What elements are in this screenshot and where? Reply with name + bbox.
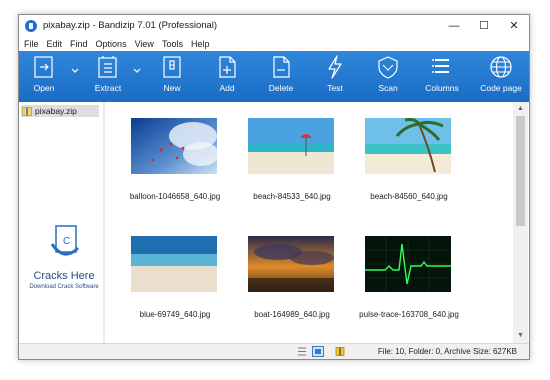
maximize-button[interactable]: ☐ — [469, 15, 499, 37]
thumbnail-balloons-sky — [131, 118, 217, 174]
file-name: boat-164989_640.jpg — [254, 310, 330, 319]
menu-options[interactable]: Options — [92, 37, 131, 51]
window-title: pixabay.zip - Bandizip 7.01 (Professiona… — [43, 20, 218, 31]
archive-info-icon[interactable] — [335, 347, 345, 356]
extract-dropdown-chevron-icon[interactable] — [133, 67, 141, 75]
open-label: Open — [33, 83, 55, 93]
extract-button[interactable]: Extract — [91, 55, 125, 99]
menu-bar: File Edit Find Options View Tools Help — [19, 37, 529, 51]
thumbnail-sunset-clouds — [248, 236, 334, 292]
menu-file[interactable]: File — [19, 37, 43, 51]
open-icon — [34, 56, 53, 78]
svg-text:C: C — [63, 236, 70, 247]
columns-list-icon — [432, 59, 449, 73]
file-name: pulse-trace-163708_640.jpg — [359, 310, 459, 319]
new-archive-icon — [163, 56, 181, 78]
scroll-down-arrow-icon[interactable]: ▼ — [516, 331, 525, 341]
globe-icon — [490, 56, 512, 78]
file-thumbnail-view: balloon-1046658_640.jpg beach-84533_640.… — [105, 102, 515, 343]
folder-tree: pixabay.zip C Cracks Here Download Crack… — [19, 102, 104, 343]
test-lightning-icon — [328, 55, 342, 79]
watermark-title: Cracks Here — [33, 270, 95, 282]
vertical-scrollbar[interactable]: ▲ ▼ — [513, 102, 528, 343]
scroll-up-arrow-icon[interactable]: ▲ — [516, 104, 525, 114]
extract-icon — [98, 56, 117, 78]
watermark-logo: C Cracks Here Download Crack Software — [29, 222, 99, 290]
delete-file-button[interactable]: Delete — [265, 55, 297, 99]
columns-label: Columns — [425, 83, 459, 93]
file-item[interactable]: beach-84560_640.jpg — [351, 102, 461, 212]
add-label: Add — [219, 83, 235, 93]
code-page-label: Code page — [480, 83, 522, 93]
menu-view[interactable]: View — [131, 37, 158, 51]
new-archive-button[interactable]: New — [157, 55, 187, 99]
test-label: Test — [327, 83, 343, 93]
thumbnail-beach-red-umbrella — [248, 118, 334, 174]
title-bar: pixabay.zip - Bandizip 7.01 (Professiona… — [19, 15, 529, 37]
tree-item-label: pixabay.zip — [35, 106, 77, 116]
thumbnail-view-icon[interactable] — [312, 346, 324, 357]
bandizip-app-icon — [25, 20, 37, 32]
scan-label: Scan — [378, 83, 398, 93]
file-name: balloon-1046658_640.jpg — [129, 192, 221, 201]
file-item[interactable]: blue-69749_640.jpg — [117, 220, 227, 330]
delete-file-icon — [273, 56, 290, 78]
scrollbar-thumb[interactable] — [516, 116, 525, 226]
new-label: New — [163, 83, 181, 93]
file-item[interactable]: pulse-trace-163708_640.jpg — [351, 220, 461, 330]
status-text: File: 10, Folder: 0, Archive Size: 627KB — [377, 347, 517, 356]
file-name: blue-69749_640.jpg — [139, 310, 211, 319]
file-name: beach-84533_640.jpg — [253, 192, 331, 201]
scan-button[interactable]: Scan — [373, 55, 403, 99]
scan-shield-icon — [378, 56, 398, 79]
code-page-button[interactable]: Code page — [479, 55, 523, 99]
extract-label: Extract — [94, 83, 122, 93]
file-name: beach-84560_640.jpg — [370, 192, 448, 201]
test-button[interactable]: Test — [320, 55, 350, 99]
toolbar: Open Extract New Add Delete Test Scan Co… — [19, 51, 529, 102]
file-item[interactable]: beach-84533_640.jpg — [234, 102, 344, 212]
thumbnail-beach-palm — [365, 118, 451, 174]
watermark-subtitle: Download Crack Software — [29, 284, 99, 290]
file-item[interactable]: boat-164989_640.jpg — [234, 220, 344, 330]
close-button[interactable]: ✕ — [499, 15, 529, 37]
columns-button[interactable]: Columns — [424, 55, 460, 99]
open-dropdown-chevron-icon[interactable] — [71, 67, 79, 75]
add-file-icon — [219, 56, 236, 78]
thumbnail-blue-sea-sand — [131, 236, 217, 292]
menu-tools[interactable]: Tools — [158, 37, 187, 51]
menu-find[interactable]: Find — [66, 37, 92, 51]
app-window: pixabay.zip - Bandizip 7.01 (Professiona… — [18, 14, 530, 360]
menu-help[interactable]: Help — [187, 37, 214, 51]
status-bar: File: 10, Folder: 0, Archive Size: 627KB — [19, 343, 529, 359]
thumbnail-pulse-trace-green — [365, 236, 451, 292]
watermark-doc-icon: C — [50, 225, 80, 256]
open-button[interactable]: Open — [29, 55, 59, 99]
file-item[interactable]: balloon-1046658_640.jpg — [117, 102, 227, 212]
add-file-button[interactable]: Add — [212, 55, 242, 99]
details-view-icon[interactable] — [297, 347, 307, 356]
tree-item-root[interactable]: pixabay.zip — [21, 105, 99, 117]
delete-label: Delete — [268, 83, 294, 93]
menu-edit[interactable]: Edit — [43, 37, 67, 51]
zip-archive-icon — [22, 107, 32, 116]
minimize-button[interactable]: — — [439, 15, 469, 37]
